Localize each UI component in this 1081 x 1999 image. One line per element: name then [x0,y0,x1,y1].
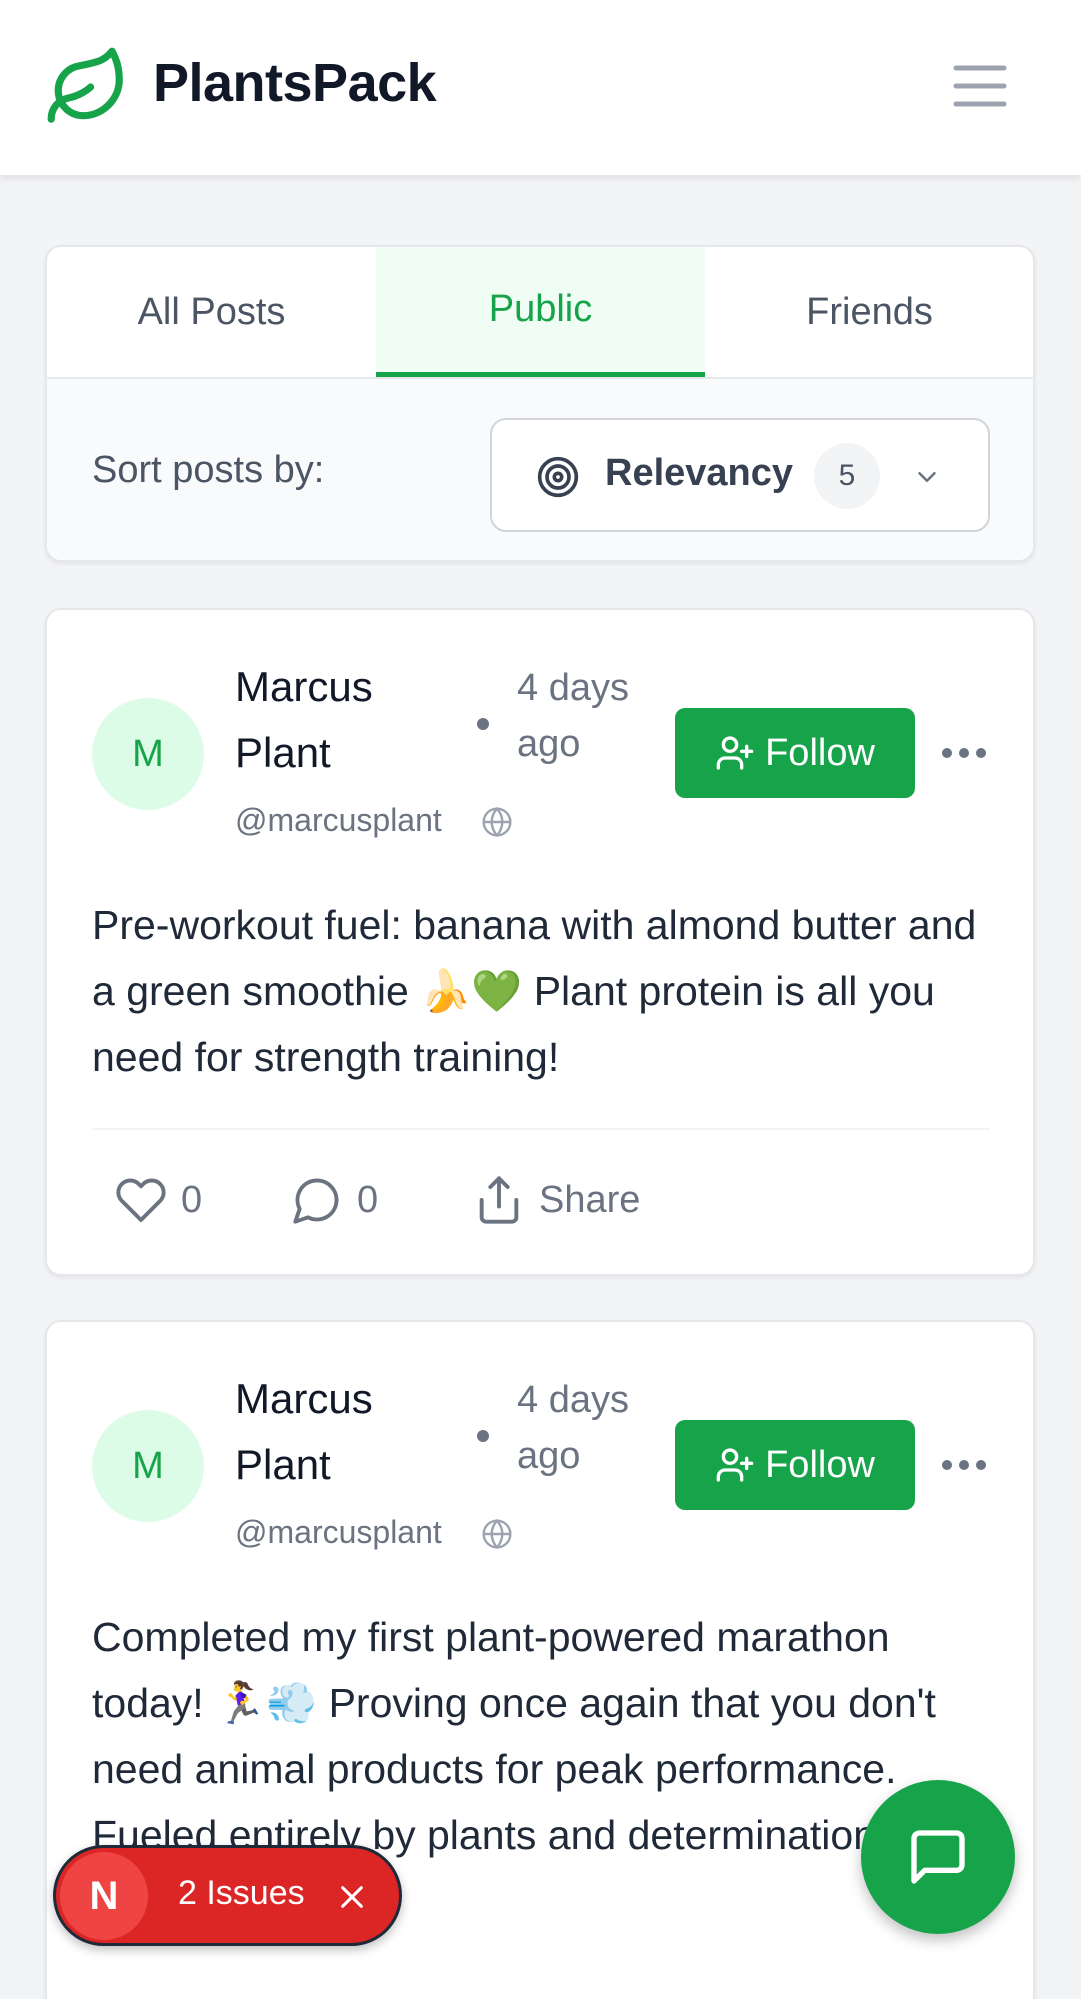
sort-bar: Sort posts by: Relevancy 5 [47,379,1033,560]
post-content: Pre-workout fuel: banana with almond but… [92,902,977,1080]
author-name[interactable]: Marcus Plant [235,1366,435,1498]
sort-dropdown[interactable]: Relevancy 5 [490,418,990,532]
post-time: 4 days ago [517,667,629,765]
user-plus-icon [716,736,754,770]
follow-button[interactable]: Follow [675,1420,915,1510]
follow-label: Follow [765,1443,875,1486]
tab-all-posts[interactable]: All Posts [47,247,376,377]
feed-filter-card: All Posts Public Friends Sort posts by: … [45,245,1035,562]
post-time: 4 days ago [517,1379,629,1477]
brand-name[interactable]: PlantsPack [153,52,437,114]
separator-dot [477,718,489,730]
sort-label: Sort posts by: [92,449,325,491]
separator-dot [477,1430,489,1442]
author-handle[interactable]: @marcusplant [235,802,442,839]
issues-label: 2 Issues [178,1874,305,1912]
chat-fab-button[interactable] [861,1780,1015,1934]
avatar[interactable]: M [92,698,204,810]
app-header: PlantsPack [0,0,1081,176]
globe-icon [482,1518,512,1550]
message-square-icon [911,1830,965,1884]
sort-count-badge: 5 [814,443,880,509]
post-content: Completed my first plant-powered maratho… [92,1614,936,1858]
comment-count: 0 [357,1178,379,1221]
user-plus-icon [716,1448,754,1482]
post-divider [92,1128,990,1130]
like-count: 0 [181,1178,203,1221]
avatar[interactable]: M [92,1410,204,1522]
sort-value: Relevancy [605,452,794,494]
globe-icon [482,806,512,838]
target-icon [537,456,579,498]
share-button[interactable]: Share [473,1172,640,1228]
hamburger-menu-icon[interactable] [952,62,1008,110]
heart-icon [116,1178,166,1222]
author-handle[interactable]: @marcusplant [235,1514,442,1551]
more-options-icon[interactable] [940,1450,988,1480]
share-label: Share [539,1178,641,1221]
more-options-icon[interactable] [940,738,988,768]
follow-label: Follow [765,731,875,774]
issues-indicator[interactable]: N 2 Issues [53,1845,402,1946]
share-icon [479,1176,519,1224]
tab-friends[interactable]: Friends [705,247,1033,377]
comment-button[interactable]: 0 [291,1172,378,1228]
tab-public[interactable]: Public [376,247,705,377]
chevron-down-icon [918,472,936,482]
like-button[interactable]: 0 [115,1172,202,1228]
close-icon[interactable] [338,1883,366,1911]
comment-icon [293,1178,339,1224]
post-card: M Marcus Plant @marcusplant 4 days ago F… [45,608,1035,1276]
follow-button[interactable]: Follow [675,708,915,798]
author-name[interactable]: Marcus Plant [235,654,435,786]
issues-badge: N [60,1852,148,1940]
leaf-icon[interactable] [44,44,130,130]
